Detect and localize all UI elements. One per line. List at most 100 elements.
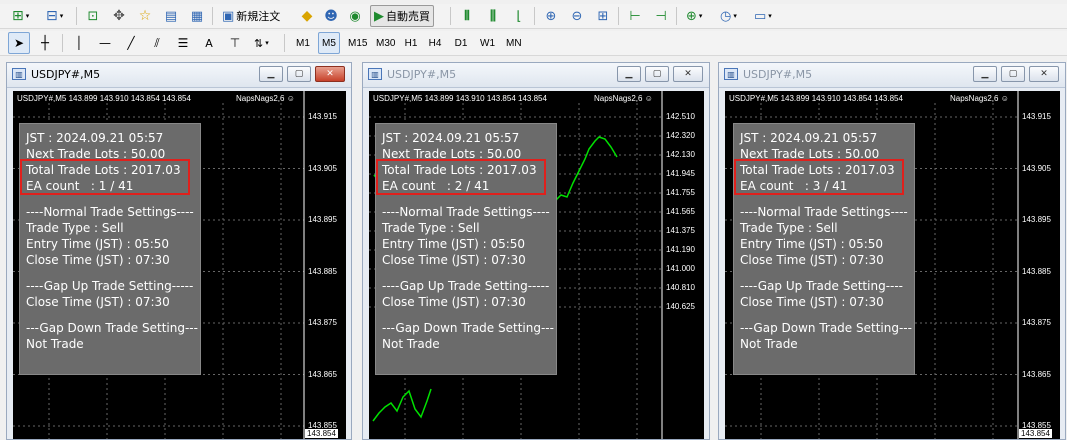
minimize-button[interactable]: ▁ xyxy=(259,66,283,82)
trendline-icon: ╱ xyxy=(127,36,135,50)
strategy-tester-button[interactable]: ▦ xyxy=(186,5,208,27)
templates-button[interactable]: ▭ ▾ xyxy=(750,5,776,27)
timeframe-d1-button[interactable]: D1 xyxy=(450,32,472,54)
price-axis-label: 143.865 xyxy=(1022,369,1051,379)
price-axis-label: 140.810 xyxy=(666,283,695,292)
chart-window-1[interactable]: ▥ USDJPY#,M5 ▁ ▢ ✕ USDJPY#,M5 143.899 14… xyxy=(6,62,352,440)
current-price-label: 143.854 xyxy=(1019,429,1052,438)
timeframe-m30-button[interactable]: M30 xyxy=(372,32,399,54)
periods-button[interactable]: ◷ ▾ xyxy=(716,5,741,27)
close-button[interactable]: ✕ xyxy=(315,66,345,82)
separator xyxy=(212,7,213,25)
close-icon: ✕ xyxy=(1040,69,1048,79)
symbol-ohlc-label: USDJPY#,M5 143.899 143.910 143.854 143.8… xyxy=(373,94,547,103)
crosshair-icon: ┼ xyxy=(41,35,49,51)
chart-window-2[interactable]: ▥ USDJPY#,M5 ▁ ▢ ✕ USDJPY#,M5 143.899 14… xyxy=(362,62,710,440)
trendline-button[interactable]: ╱ xyxy=(120,32,142,54)
window-titlebar[interactable]: ▥ USDJPY#,M5 ▁ ▢ ✕ xyxy=(719,63,1065,88)
price-chart[interactable]: USDJPY#,M5 143.899 143.910 143.854 143.8… xyxy=(369,91,704,439)
separator xyxy=(618,7,619,25)
indicators-button[interactable]: ⊕ ▾ xyxy=(682,5,706,27)
text-button[interactable]: A xyxy=(198,32,220,54)
profiles-icon: ⊟ xyxy=(46,8,58,24)
separator xyxy=(534,7,535,25)
symbol-ohlc-label: USDJPY#,M5 143.899 143.910 143.854 143.8… xyxy=(729,94,903,103)
price-axis-label: 141.000 xyxy=(666,264,695,273)
new-order-button[interactable]: ▣ 新規注文 xyxy=(218,5,284,27)
chart-shift-button[interactable]: ⊢ xyxy=(624,5,646,27)
arrows-button[interactable]: ⇅ ▾ xyxy=(250,32,273,54)
timeframe-mn-button[interactable]: MN xyxy=(502,32,526,54)
auto-trading-button[interactable]: ▶ 自動売買 xyxy=(370,5,434,27)
highlight-box xyxy=(376,159,546,195)
maximize-button[interactable]: ▢ xyxy=(1001,66,1025,82)
info-gapdown-value: Not Trade xyxy=(26,337,84,351)
price-axis-label: 141.565 xyxy=(666,207,695,216)
auto-scroll-button[interactable]: ⊣ xyxy=(650,5,672,27)
zoom-in-button[interactable]: ⊕ xyxy=(540,5,562,27)
mql5-community-button[interactable]: ☻ xyxy=(320,5,342,27)
timeframe-w1-button[interactable]: W1 xyxy=(476,32,499,54)
window-title: USDJPY#,M5 xyxy=(743,68,813,81)
price-chart[interactable]: USDJPY#,M5 143.899 143.910 143.854 143.8… xyxy=(725,91,1060,439)
info-trade-type: Trade Type : Sell xyxy=(382,221,480,235)
maximize-button[interactable]: ▢ xyxy=(287,66,311,82)
terminal-button[interactable]: ▤ xyxy=(160,5,182,27)
line-chart-button[interactable]: ⌊ xyxy=(508,5,530,27)
metaeditor-button[interactable]: ◆ xyxy=(296,5,318,27)
crosshair-button[interactable]: ┼ xyxy=(34,32,56,54)
timeframe-m15-button[interactable]: M15 xyxy=(344,32,371,54)
timeframe-h1-button[interactable]: H1 xyxy=(400,32,422,54)
candlestick-icon: ⫼ xyxy=(490,8,496,24)
bar-chart-button[interactable]: ⫴ xyxy=(456,5,478,27)
data-window-button[interactable]: ✥ xyxy=(108,5,130,27)
minimize-button[interactable]: ▁ xyxy=(617,66,641,82)
info-gapup-header: ----Gap Up Trade Setting----- xyxy=(26,279,194,293)
dropdown-arrow-icon: ▾ xyxy=(698,12,703,20)
price-axis-label: 143.915 xyxy=(308,112,337,121)
cursor-button[interactable]: ➤ xyxy=(8,32,30,54)
dropdown-arrow-icon: ▾ xyxy=(59,12,64,20)
timeframe-m1-button[interactable]: M1 xyxy=(292,32,314,54)
close-button[interactable]: ✕ xyxy=(673,66,703,82)
zoom-out-button[interactable]: ⊖ xyxy=(566,5,588,27)
text-label-button[interactable]: ⊤ xyxy=(224,32,246,54)
timeframe-m5-button[interactable]: M5 xyxy=(318,32,340,54)
line-chart-icon: ⌊ xyxy=(516,8,522,24)
info-jst: JST : 2024.09.21 05:57 xyxy=(26,131,164,145)
candlestick-button[interactable]: ⫼ xyxy=(482,5,504,27)
market-watch-button[interactable]: ⊡ xyxy=(82,5,104,27)
signals-button[interactable]: ◉ xyxy=(344,5,366,27)
fibonacci-button[interactable]: ☰ xyxy=(172,32,194,54)
minimize-button[interactable]: ▁ xyxy=(973,66,997,82)
price-axis-label: 143.895 xyxy=(308,215,337,224)
chart-shift-icon: ⊢ xyxy=(629,8,641,24)
price-axis-label: 143.875 xyxy=(308,318,337,327)
expert-advisor-label: NapsNags2,6 ☺ xyxy=(236,94,295,103)
price-trace-history xyxy=(372,388,432,422)
maximize-button[interactable]: ▢ xyxy=(645,66,669,82)
price-chart[interactable]: USDJPY#,M5 143.899 143.910 143.854 143.8… xyxy=(13,91,346,439)
timeframe-h4-button[interactable]: H4 xyxy=(424,32,446,54)
horizontal-line-button[interactable]: — xyxy=(94,32,116,54)
equidistant-channel-button[interactable]: ⫽ xyxy=(146,32,168,54)
close-button[interactable]: ✕ xyxy=(1029,66,1059,82)
channel-icon: ⫽ xyxy=(154,35,160,50)
chart-window-3[interactable]: ▥ USDJPY#,M5 ▁ ▢ ✕ USDJPY#,M5 143.899 14… xyxy=(718,62,1066,440)
window-titlebar[interactable]: ▥ USDJPY#,M5 ▁ ▢ ✕ xyxy=(7,63,351,88)
new-chart-button[interactable]: ⊞ ▾ xyxy=(8,5,33,27)
vertical-line-button[interactable]: │ xyxy=(68,32,90,54)
tile-windows-button[interactable]: ⊞ xyxy=(592,5,614,27)
price-axis-label: 143.875 xyxy=(1022,318,1051,327)
separator xyxy=(76,7,77,25)
fibonacci-icon: ☰ xyxy=(177,36,189,50)
navigator-button[interactable]: ☆ xyxy=(134,5,156,27)
indicators-icon: ⊕ xyxy=(686,8,697,24)
new-chart-icon: ⊞ xyxy=(12,8,24,24)
profiles-button[interactable]: ⊟ ▾ xyxy=(42,5,67,27)
window-titlebar[interactable]: ▥ USDJPY#,M5 ▁ ▢ ✕ xyxy=(363,63,709,88)
price-axis-label: 141.190 xyxy=(666,245,695,254)
